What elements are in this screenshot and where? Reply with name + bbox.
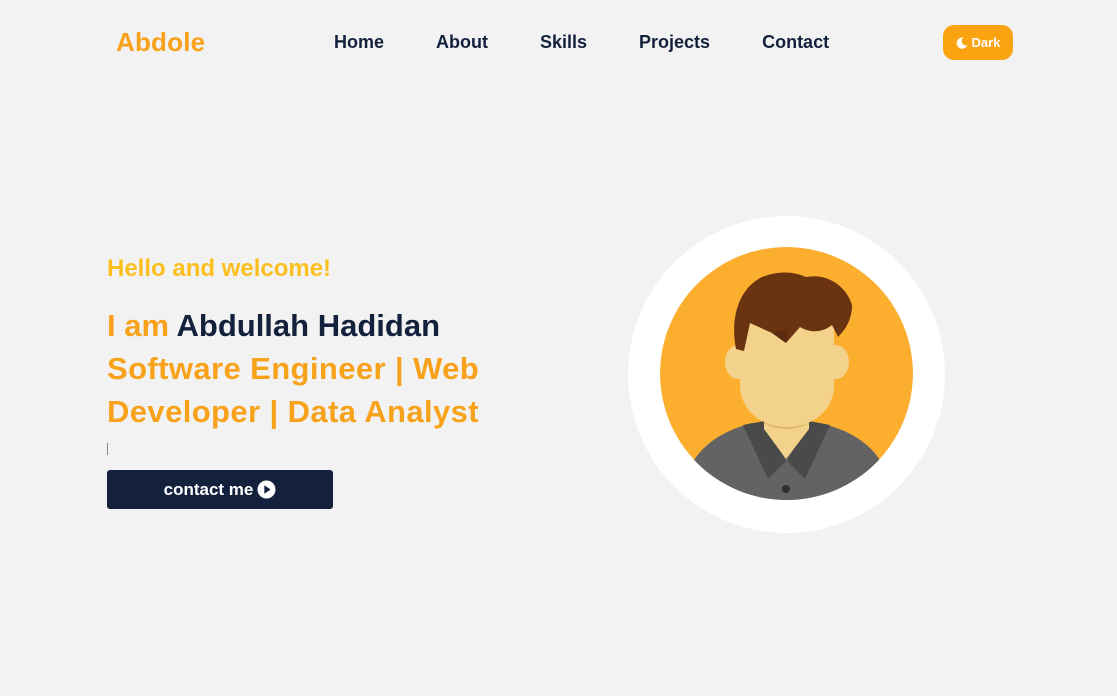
site-logo[interactable]: Abdole (116, 27, 205, 58)
name-text: Abdullah Hadidan (176, 308, 441, 343)
nav-link-home[interactable]: Home (334, 32, 384, 53)
nav-link-projects[interactable]: Projects (639, 32, 710, 53)
dark-mode-toggle[interactable]: Dark (943, 25, 1013, 60)
roles-text: Software Engineer | Web Developer | Data… (107, 351, 480, 429)
greeting-text: Hello and welcome! (107, 255, 332, 282)
avatar-frame (628, 216, 945, 533)
nav-link-about[interactable]: About (436, 32, 488, 53)
hero-headline: I am Abdullah Hadidan Software Engineer … (107, 304, 547, 433)
main-nav: Home About Skills Projects Contact (334, 32, 829, 53)
intro-text: I am (107, 308, 170, 343)
contact-me-label: contact me (163, 479, 254, 499)
person-avatar-illustration (660, 247, 913, 500)
contact-me-button[interactable]: contact me (107, 470, 333, 509)
typing-cursor (107, 443, 108, 455)
dark-mode-label: Dark (971, 35, 1001, 50)
nav-link-skills[interactable]: Skills (540, 32, 587, 53)
moon-icon (956, 37, 968, 49)
play-circle-icon (257, 480, 276, 499)
nav-link-contact[interactable]: Contact (762, 32, 829, 53)
